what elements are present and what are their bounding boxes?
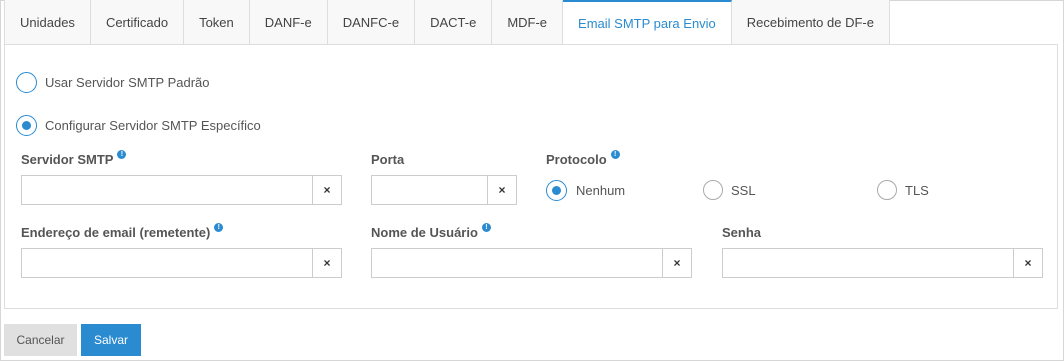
tab-email-smtp[interactable]: Email SMTP para Envio xyxy=(563,0,732,45)
protocol-ssl-label: SSL xyxy=(731,182,756,198)
sender-email-label: Endereço de email (remetente) ! xyxy=(21,223,224,240)
sender-email-input[interactable] xyxy=(21,248,312,278)
protocol-nenhum-radio[interactable] xyxy=(546,180,567,201)
protocol-label-text: Protocolo xyxy=(546,152,607,167)
port-label: Porta xyxy=(371,152,404,167)
tab-unidades[interactable]: Unidades xyxy=(4,0,91,45)
radio-default-server[interactable]: Usar Servidor SMTP Padrão xyxy=(16,72,210,93)
username-input[interactable] xyxy=(371,248,662,278)
protocol-ssl-radio[interactable] xyxy=(703,180,723,200)
protocol-tls-radio[interactable] xyxy=(877,180,897,200)
tab-dacte[interactable]: DACT-e xyxy=(415,0,493,45)
tab-bar: Unidades Certificado Token DANF-e DANFC-… xyxy=(4,0,890,45)
port-label-text: Porta xyxy=(371,152,405,167)
save-button[interactable]: Salvar xyxy=(81,324,141,356)
password-label: Senha xyxy=(722,225,761,240)
username-clear-button[interactable]: × xyxy=(662,248,692,278)
smtp-settings-panel: Usar Servidor SMTP Padrão Configurar Ser… xyxy=(4,44,1058,309)
sender-email-clear-button[interactable]: × xyxy=(312,248,342,278)
smtp-server-clear-button[interactable]: × xyxy=(312,175,342,205)
password-input[interactable] xyxy=(722,248,1013,278)
port-input[interactable] xyxy=(371,175,487,205)
smtp-server-group: × xyxy=(21,175,342,205)
info-icon[interactable]: ! xyxy=(610,150,620,159)
username-label: Nome de Usuário ! xyxy=(371,223,491,240)
smtp-server-label-text: Servidor SMTP xyxy=(21,152,114,167)
protocol-option-tls[interactable]: TLS xyxy=(877,180,929,200)
tab-mdfe[interactable]: MDF-e xyxy=(492,0,564,45)
sender-email-group: × xyxy=(21,248,342,278)
port-clear-button[interactable]: × xyxy=(487,175,517,205)
username-group: × xyxy=(371,248,692,278)
protocol-option-ssl[interactable]: SSL xyxy=(703,180,756,200)
tab-danfe[interactable]: DANF-e xyxy=(249,0,328,45)
cancel-button[interactable]: Cancelar xyxy=(4,324,77,356)
info-icon[interactable]: ! xyxy=(117,150,127,159)
radio-default-server-label: Usar Servidor SMTP Padrão xyxy=(45,75,210,90)
protocol-nenhum-label: Nenhum xyxy=(576,183,626,198)
tab-token[interactable]: Token xyxy=(184,0,250,45)
smtp-server-input[interactable] xyxy=(21,175,312,205)
sender-email-label-text: Endereço de email (remetente) xyxy=(21,225,211,240)
info-icon[interactable]: ! xyxy=(481,223,491,232)
radio-specific-server-label: Configurar Servidor SMTP Específico xyxy=(45,118,261,133)
protocol-option-nenhum[interactable]: Nenhum xyxy=(546,180,625,201)
port-group: × xyxy=(371,175,517,205)
radio-specific-server[interactable]: Configurar Servidor SMTP Específico xyxy=(16,115,261,136)
info-icon[interactable]: ! xyxy=(214,223,224,232)
username-label-text: Nome de Usuário xyxy=(371,225,478,240)
password-label-text: Senha xyxy=(722,225,762,240)
radio-specific-server-circle[interactable] xyxy=(16,115,37,136)
tab-recebimento-dfe[interactable]: Recebimento de DF-e xyxy=(731,0,890,45)
protocol-label: Protocolo ! xyxy=(546,150,620,167)
tab-danfce[interactable]: DANFC-e xyxy=(327,0,416,45)
password-group: × xyxy=(722,248,1043,278)
smtp-server-label: Servidor SMTP ! xyxy=(21,150,127,167)
tab-certificado[interactable]: Certificado xyxy=(90,0,185,45)
password-clear-button[interactable]: × xyxy=(1013,248,1043,278)
radio-default-server-circle[interactable] xyxy=(16,72,37,93)
protocol-tls-label: TLS xyxy=(905,182,929,198)
